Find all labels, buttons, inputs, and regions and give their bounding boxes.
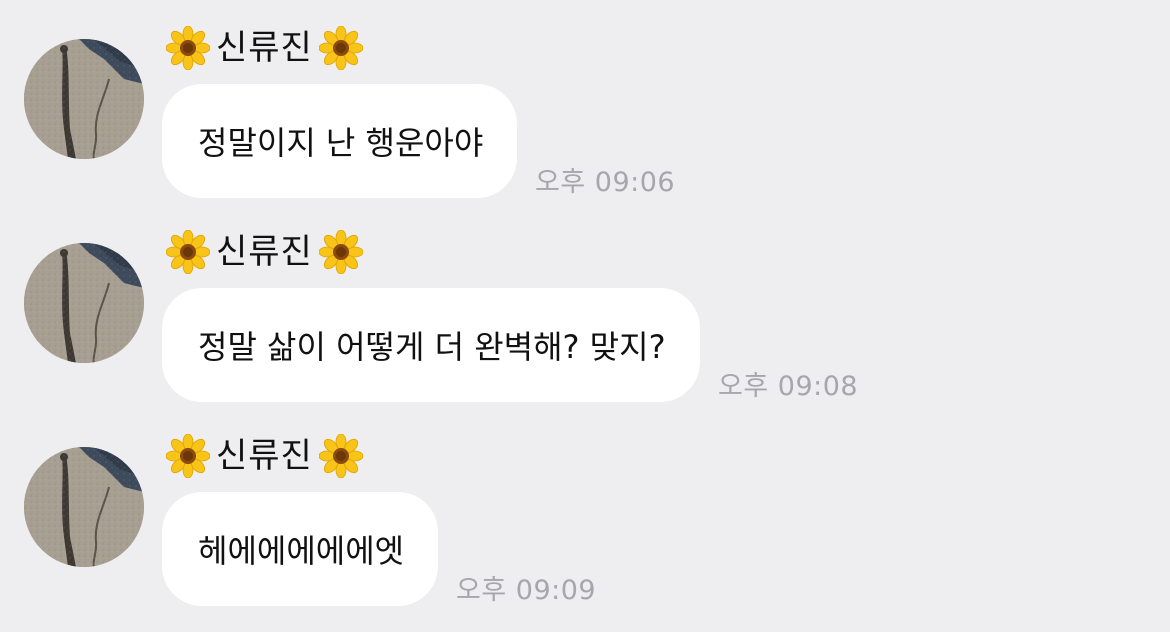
sender-name-row: 신류진 (166, 430, 363, 482)
sunflower-icon (166, 434, 210, 478)
message-timestamp: 오후 09:06 (535, 167, 676, 198)
sender-name: 신류진 (216, 232, 313, 272)
message-bubble[interactable]: 헤에에에에에엣 (162, 492, 439, 606)
message-text: 정말이지 난 행운아야 (198, 124, 484, 162)
avatar[interactable] (24, 243, 144, 363)
sender-name-row: 신류진 (166, 226, 363, 278)
sender-name: 신류진 (216, 436, 313, 476)
message-text: 헤에에에에에엣 (198, 532, 405, 570)
message-text: 정말 삶이 어떻게 더 완벽해? 맞지? (198, 328, 666, 366)
sender-name: 신류진 (216, 28, 313, 68)
message-row: 신류진 정말 삶이 어떻게 더 완벽해? 맞지? 오후 09:08 (0, 204, 1170, 408)
sunflower-icon (319, 230, 363, 274)
sunflower-icon (319, 434, 363, 478)
sunflower-icon (166, 26, 210, 70)
sunflower-icon (166, 230, 210, 274)
avatar[interactable] (24, 447, 144, 567)
message-row: 신류진 헤에에에에에엣 오후 09:09 (0, 408, 1170, 612)
message-bubble[interactable]: 정말이지 난 행운아야 (162, 84, 518, 198)
sunflower-icon (319, 26, 363, 70)
chat-window: { "messages": [ { "sender": "신류진", "send… (0, 0, 1170, 632)
message-timestamp: 오후 09:08 (718, 371, 859, 402)
sender-name-row: 신류진 (166, 22, 363, 74)
avatar[interactable] (24, 39, 144, 159)
message-row: 신류진 정말이지 난 행운아야 오후 09:06 (0, 0, 1170, 204)
message-bubble[interactable]: 정말 삶이 어떻게 더 완벽해? 맞지? (162, 288, 700, 402)
message-timestamp: 오후 09:09 (456, 575, 597, 606)
